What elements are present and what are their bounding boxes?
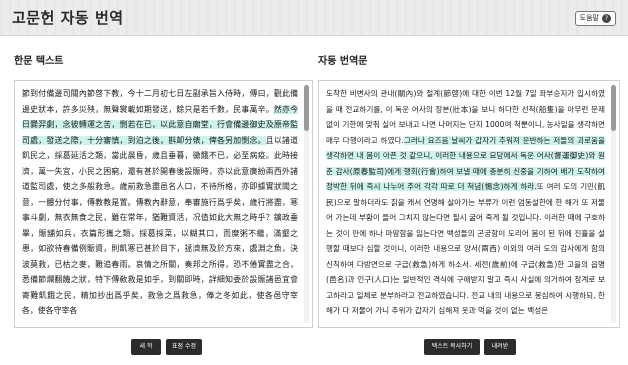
help-button[interactable]: 도움말 ?: [574, 11, 616, 26]
source-scrollbar[interactable]: [304, 85, 309, 323]
translation-panel[interactable]: 도착한 비변사의 관내(關內)와 절계(節啓)에 대한 이번 12월 7일 좌부…: [318, 80, 620, 328]
translation-body: 도착한 비변사의 관내(關內)와 절계(節啓)에 대한 이번 12월 7일 좌부…: [326, 86, 605, 325]
source-text-segment: 且以諸道飢民之，採葛延活之類，當此晨昏，歲且垂暮，黴餓不已，必至病疫。此時接濟，…: [22, 135, 298, 316]
copy-text-button[interactable]: 텍스트 복사하기: [424, 339, 480, 355]
translation-segment: 또 여러 도의 기민(飢民)으로 말하더라도 칡을 캐서 연명해 살아가는 부류…: [326, 182, 605, 315]
source-scroll-thumb[interactable]: [304, 85, 309, 131]
app-header: 고문헌 자동 번역 도움말 ?: [0, 0, 628, 36]
translation-title: 자동 번역문: [318, 56, 368, 67]
source-text-segment: 節到付備邊司關內節啓下教，今十二月初七日左副承旨入侍時，傳曰，觀此備邊史狀本，許…: [22, 89, 298, 114]
download-button[interactable]: 내려받기: [484, 339, 516, 365]
source-text-title: 한문 텍스트: [14, 56, 64, 67]
help-icon: ?: [602, 14, 611, 23]
source-text-panel[interactable]: 節到付備邊司關內節啓下教，今十二月初七日左副承旨入侍時，傳曰，觀此備邊史狀本，許…: [14, 80, 313, 328]
translation-scrollbar[interactable]: [611, 85, 616, 323]
edit-punctuation-button[interactable]: 표점 수정: [166, 339, 202, 355]
new-task-button[interactable]: 새 작업: [131, 339, 161, 365]
help-label: 도움말: [579, 14, 599, 22]
translation-scroll-thumb[interactable]: [611, 85, 616, 131]
app-title: 고문헌 자동 번역: [12, 9, 124, 27]
source-text-body: 節到付備邊司關內節啓下教，今十二月初七日左副承旨入侍時，傳曰，觀此備邊史狀本，許…: [22, 86, 298, 325]
